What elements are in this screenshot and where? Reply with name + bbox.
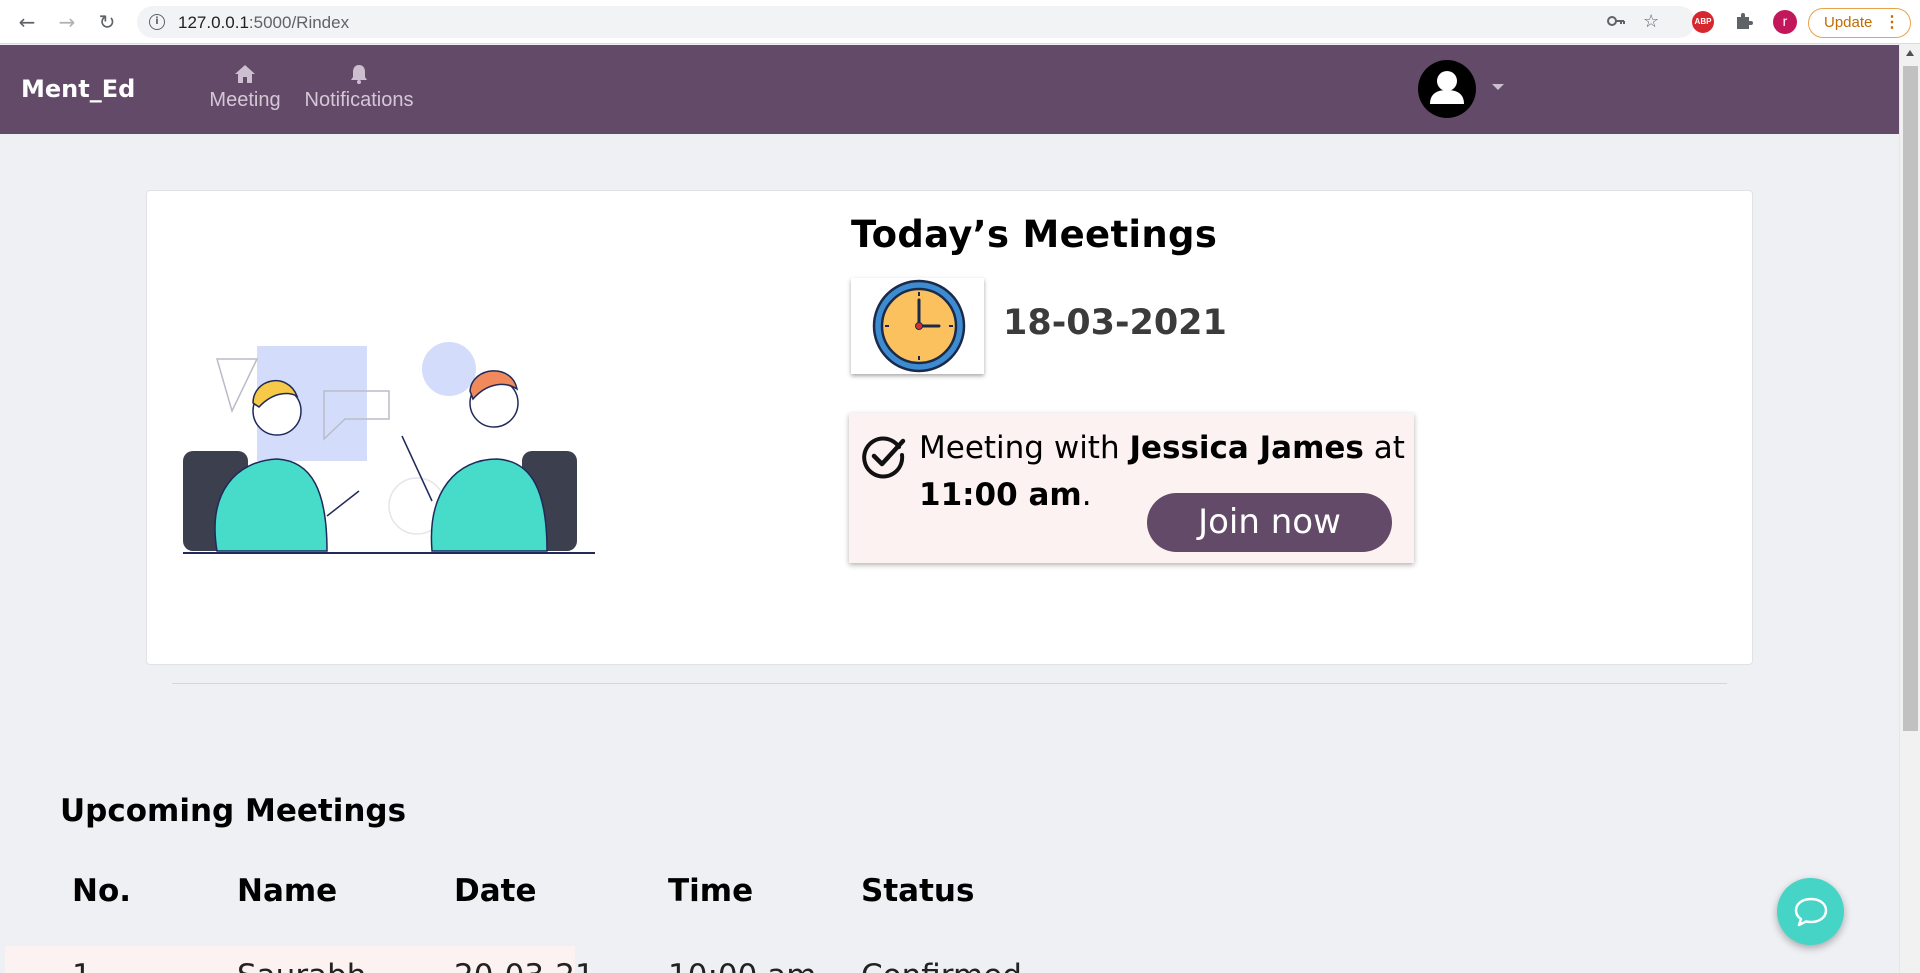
forward-icon[interactable]: → xyxy=(55,10,79,34)
nav-item-notifications[interactable]: Notifications xyxy=(283,63,435,112)
table-cell-status: Confirmed xyxy=(861,958,1022,973)
table-cell-time: 10:00 am xyxy=(668,958,816,973)
chat-bubble-icon xyxy=(1794,897,1828,927)
column-header-time: Time xyxy=(668,873,754,909)
reload-icon[interactable]: ↻ xyxy=(95,10,119,34)
meeting-time: 11:00 am xyxy=(919,477,1082,513)
url-path: :5000/Rindex xyxy=(248,13,350,32)
today-date: 18-03-2021 xyxy=(1003,303,1227,343)
clock-icon xyxy=(872,279,966,373)
column-header-name: Name xyxy=(237,873,338,909)
update-label: Update xyxy=(1824,14,1873,31)
table-cell-no: 1 xyxy=(72,958,92,973)
today-meetings-card: Today’s Meetings 18-03-2021 Meeting with… xyxy=(146,190,1753,665)
adblock-extension-icon[interactable]: ABP xyxy=(1692,11,1714,33)
browser-toolbar: ← → ↻ i 127.0.0.1:5000/Rindex ☆ ABP r Up… xyxy=(0,0,1920,44)
extensions-puzzle-icon[interactable] xyxy=(1733,11,1755,33)
scrollbar-thumb[interactable] xyxy=(1903,66,1918,731)
bookmark-star-icon[interactable]: ☆ xyxy=(1643,11,1659,33)
brand-logo[interactable]: Ment_Ed xyxy=(21,75,135,103)
column-header-status: Status xyxy=(861,873,975,909)
site-info-icon[interactable]: i xyxy=(149,14,165,30)
column-header-no: No. xyxy=(72,873,132,909)
meeting-suffix: . xyxy=(1081,477,1092,513)
url-host: 127.0.0.1 xyxy=(178,13,249,32)
user-avatar-button[interactable] xyxy=(1418,60,1476,118)
chevron-down-icon[interactable] xyxy=(1492,84,1504,90)
meeting-illustration xyxy=(183,342,595,554)
section-divider xyxy=(172,683,1727,684)
page-scrollbar[interactable] xyxy=(1899,44,1920,973)
bell-icon xyxy=(347,63,371,85)
table-cell-date: 20-03-21 xyxy=(454,958,595,973)
nav-item-label: Meeting xyxy=(209,89,281,111)
scroll-up-icon[interactable] xyxy=(1906,50,1914,56)
chat-button[interactable] xyxy=(1777,878,1844,945)
meeting-mid: at xyxy=(1363,430,1405,466)
table-cell-name: Saurabh xyxy=(237,958,366,973)
update-button[interactable]: Update ⋮ xyxy=(1808,8,1911,38)
nav-item-label: Notifications xyxy=(304,89,414,111)
app-navbar: Ment_Ed Meeting Notifications xyxy=(0,45,1899,134)
url-text[interactable]: 127.0.0.1:5000/Rindex xyxy=(178,13,349,33)
more-menu-icon[interactable]: ⋮ xyxy=(1884,9,1900,36)
upcoming-meetings-title: Upcoming Meetings xyxy=(60,793,407,829)
home-icon xyxy=(233,63,257,85)
back-icon[interactable]: ← xyxy=(15,10,39,34)
meeting-person: Jessica James xyxy=(1129,430,1364,466)
clock-icon-box xyxy=(851,278,984,374)
join-now-button[interactable]: Join now xyxy=(1147,493,1392,552)
meeting-prefix: Meeting with xyxy=(919,430,1130,466)
user-icon xyxy=(1430,71,1464,104)
column-header-date: Date xyxy=(454,873,537,909)
key-icon[interactable] xyxy=(1606,11,1626,37)
today-meetings-title: Today’s Meetings xyxy=(851,213,1218,256)
meeting-item-card: Meeting with Jessica James at 11:00 am. … xyxy=(849,413,1414,563)
profile-avatar[interactable]: r xyxy=(1773,10,1797,34)
address-bar[interactable]: i 127.0.0.1:5000/Rindex ☆ xyxy=(137,6,1695,38)
check-circle-icon xyxy=(862,436,906,479)
